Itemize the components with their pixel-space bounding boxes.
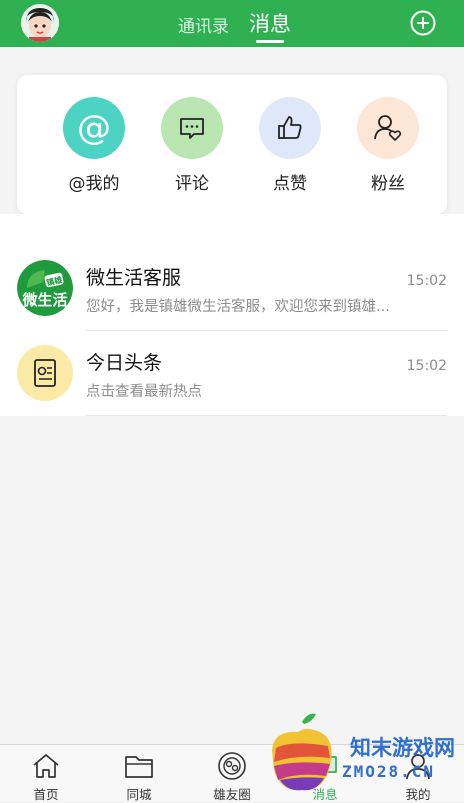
quick-action-likes[interactable]: 点赞 bbox=[250, 97, 330, 194]
chat-preview: 您好，我是镇雄微生活客服，欢迎您来到镇雄... bbox=[86, 299, 390, 315]
watermark-logo-icon bbox=[272, 713, 332, 791]
tab-contacts[interactable]: 通讯录 bbox=[178, 12, 229, 37]
divider bbox=[86, 415, 447, 416]
nav-home[interactable]: 首页 bbox=[16, 751, 76, 803]
quick-action-comments[interactable]: 评论 bbox=[152, 97, 232, 194]
active-tab-indicator bbox=[256, 40, 284, 43]
watermark: 知末游戏网 ZMO28.CN bbox=[262, 710, 462, 800]
newspaper-icon bbox=[34, 359, 56, 387]
svg-text:微生活: 微生活 bbox=[21, 291, 67, 309]
quick-action-label: 粉丝 bbox=[371, 174, 405, 194]
chat-avatar: 镇雄 微生活 bbox=[17, 260, 73, 316]
at-icon: @ bbox=[63, 97, 125, 159]
home-icon bbox=[16, 751, 76, 781]
chat-name: 微生活客服 bbox=[86, 267, 182, 289]
avatar[interactable] bbox=[21, 4, 59, 42]
quick-action-fans[interactable]: 粉丝 bbox=[348, 97, 428, 194]
chat-item-customer-service[interactable]: 镇雄 微生活 微生活客服 您好，我是镇雄微生活客服，欢迎您来到镇雄... 15:… bbox=[0, 246, 464, 331]
avatar-image bbox=[21, 4, 59, 42]
chat-preview: 点击查看最新热点 bbox=[86, 384, 202, 400]
folder-icon bbox=[109, 751, 169, 781]
nav-label: 同城 bbox=[126, 787, 152, 802]
thumbs-up-icon bbox=[259, 97, 321, 159]
nav-label: 雄友圈 bbox=[213, 787, 251, 802]
nav-local[interactable]: 同城 bbox=[109, 751, 169, 803]
circle-icon bbox=[202, 751, 262, 781]
chat-time: 15:02 bbox=[406, 358, 447, 374]
nav-circle[interactable]: 雄友圈 bbox=[202, 751, 262, 803]
quick-action-label: 评论 bbox=[175, 174, 209, 194]
svg-text:@: @ bbox=[77, 108, 111, 148]
watermark-title: 知末游戏网 bbox=[350, 736, 455, 760]
nav-label: 首页 bbox=[33, 787, 59, 802]
fans-icon bbox=[357, 97, 419, 159]
plus-circle-icon bbox=[410, 10, 436, 36]
quick-action-label: @我的 bbox=[68, 174, 120, 194]
quick-actions-card: @ @我的 评论 点赞 粉丝 bbox=[17, 75, 447, 214]
top-bar: 通讯录 消息 bbox=[0, 0, 464, 47]
tab-messages[interactable]: 消息 bbox=[249, 8, 291, 38]
weishenghuo-logo-icon: 镇雄 微生活 bbox=[17, 260, 73, 316]
chat-name: 今日头条 bbox=[86, 352, 163, 374]
quick-action-mentions[interactable]: @ @我的 bbox=[54, 97, 134, 194]
chat-avatar bbox=[17, 345, 73, 401]
comment-icon bbox=[161, 97, 223, 159]
quick-action-label: 点赞 bbox=[273, 174, 307, 194]
add-button[interactable] bbox=[410, 10, 436, 36]
chat-time: 15:02 bbox=[406, 273, 447, 289]
watermark-domain: ZMO28.CN bbox=[342, 762, 436, 781]
chat-item-headlines[interactable]: 今日头条 点击查看最新热点 15:02 bbox=[0, 331, 464, 416]
